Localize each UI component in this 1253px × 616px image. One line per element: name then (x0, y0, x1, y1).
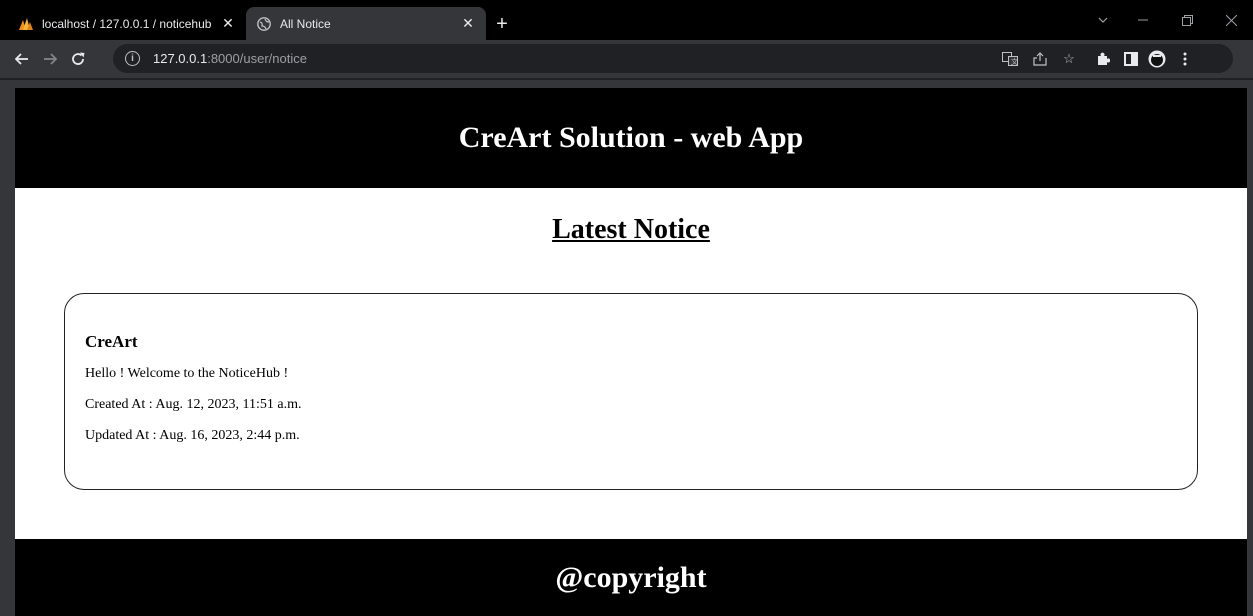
reload-icon[interactable] (64, 45, 92, 73)
phpmyadmin-favicon-icon (18, 16, 34, 32)
minimize-icon[interactable] (1121, 0, 1165, 40)
footer-copyright: @copyright (555, 560, 707, 594)
notice-author: CreArt (85, 332, 138, 351)
address-url: 127.0.0.1:8000/user/notice (153, 51, 307, 66)
share-icon[interactable] (1030, 49, 1050, 69)
more-menu-icon[interactable] (1175, 49, 1195, 69)
site-footer: @copyright (15, 539, 1247, 616)
tab-all-notice[interactable]: All Notice ✕ (246, 7, 486, 40)
site-header: CreArt Solution - web App (15, 88, 1247, 188)
tab-title: All Notice (280, 16, 331, 31)
globe-icon (256, 16, 272, 32)
translate-icon[interactable]: 文 (1000, 49, 1020, 69)
forward-arrow-icon[interactable] (36, 45, 64, 73)
extensions-puzzle-icon[interactable] (1093, 49, 1113, 69)
restore-icon[interactable] (1165, 0, 1209, 40)
bookmark-star-icon[interactable]: ☆ (1059, 49, 1079, 69)
side-panel-icon[interactable] (1121, 49, 1141, 69)
new-tab-button[interactable]: + (488, 10, 516, 38)
notice-card: CreArt Hello ! Welcome to the NoticeHub … (64, 293, 1198, 490)
web-page: CreArt Solution - web App Latest Notice … (15, 88, 1247, 616)
close-window-icon[interactable] (1209, 0, 1253, 40)
browser-toolbar: i 127.0.0.1:8000/user/notice 文 ☆ (0, 40, 1253, 78)
tab-search-chevron-down-icon[interactable] (1081, 0, 1125, 40)
notice-message: Hello ! Welcome to the NoticeHub ! (85, 366, 289, 381)
tab-title: localhost / 127.0.0.1 / noticehub (42, 16, 212, 31)
notice-updated-at: Updated At : Aug. 16, 2023, 2:44 p.m. (85, 428, 300, 443)
close-tab-icon[interactable]: ✕ (460, 15, 476, 32)
url-host: 127.0.0.1 (153, 51, 208, 66)
svg-text:文: 文 (1011, 57, 1018, 66)
site-info-icon[interactable]: i (125, 51, 140, 66)
back-arrow-icon[interactable] (8, 45, 36, 73)
url-path: :8000/user/notice (207, 51, 307, 66)
profile-avatar-icon[interactable] (1147, 49, 1167, 69)
notice-created-at: Created At : Aug. 12, 2023, 11:51 a.m. (85, 397, 302, 412)
page-title: Latest Notice (552, 214, 710, 245)
close-tab-icon[interactable]: ✕ (220, 15, 236, 32)
page-viewport: CreArt Solution - web App Latest Notice … (0, 80, 1253, 616)
browser-tab-strip: localhost / 127.0.0.1 / noticehub ✕ All … (0, 0, 1253, 40)
site-header-title: CreArt Solution - web App (458, 121, 804, 154)
tab-phpmyadmin[interactable]: localhost / 127.0.0.1 / noticehub ✕ (8, 7, 246, 40)
